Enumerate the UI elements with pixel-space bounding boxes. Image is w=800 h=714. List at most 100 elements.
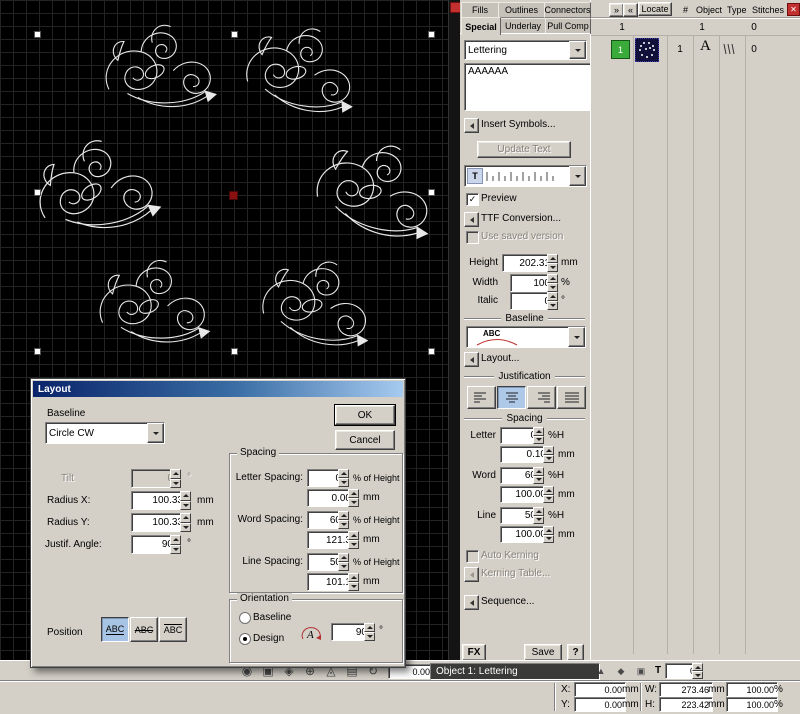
dropdown-arrow-icon[interactable] [568,327,585,347]
selection-handle[interactable] [34,31,41,38]
tab-special[interactable]: Special [461,17,501,35]
letter-spacing-pct-unit: % of Height [353,472,400,484]
fx-button[interactable]: FX [462,644,486,661]
w-pct-unit: % [774,684,783,696]
h-pct-field[interactable]: 100.00 [726,697,778,712]
font-select[interactable]: T [464,165,587,187]
dropdown-arrow-icon[interactable] [569,41,586,59]
position-baseline-button[interactable]: ABC [101,617,129,642]
sequence-label[interactable]: Sequence... [481,596,534,608]
justify-full-button[interactable] [557,386,586,409]
tab-underlay[interactable]: Underlay [500,18,546,34]
object-type-glyph[interactable]: A [700,40,711,52]
expand-panel-button[interactable]: » [609,3,624,17]
word-spacing-pct-spinner[interactable] [338,511,349,529]
letter-mm-spinner[interactable] [543,446,554,463]
tab-pullcomp[interactable]: Pull Comp [545,18,591,34]
selection-center-marker[interactable] [229,191,238,200]
locate-button[interactable]: Locate [638,2,672,16]
design-radio-label[interactable]: Design [253,633,284,645]
panel-close-button[interactable]: ✕ [787,3,800,16]
width-spinner[interactable] [547,274,558,292]
letter-spacing-pct-spinner[interactable] [338,469,349,487]
tilt-t-spinner[interactable] [692,663,703,679]
insert-symbols-label[interactable]: Insert Symbols... [481,119,555,131]
justif-angle-spinner[interactable] [170,535,181,554]
position-middle-button[interactable]: ABC [130,617,158,642]
layout-button-label[interactable]: Layout... [481,353,519,365]
line-spacing-mm-spinner[interactable] [348,573,359,591]
dialog-baseline-select[interactable]: Circle CW [45,422,165,444]
letter-spacing-mm-spinner[interactable] [348,489,359,507]
kerning-table-expander[interactable] [464,567,479,582]
update-text-button[interactable]: Update Text [477,141,571,158]
w-pct-field[interactable]: 100.00 [726,682,778,697]
dropdown-arrow-icon[interactable] [569,166,586,186]
tab-fills[interactable]: Fills [461,2,499,18]
ttf-conversion-expander[interactable] [464,212,479,227]
dropdown-arrow-icon[interactable] [147,423,164,443]
ok-button[interactable]: OK [335,405,395,425]
line-spacing-pct-spinner[interactable] [338,553,349,571]
y-field[interactable]: 0.00 [574,697,626,712]
use-saved-checkbox[interactable] [466,231,479,244]
word-spacing-mm-spinner[interactable] [348,531,359,549]
help-button[interactable]: ? [567,644,584,661]
tab-outlines[interactable]: Outlines [498,2,545,18]
dialog-titlebar[interactable]: Layout [33,381,403,397]
justify-center-button[interactable] [497,386,526,409]
justify-left-button[interactable] [467,386,496,409]
letter-pct-spinner[interactable] [533,427,544,444]
x-field[interactable]: 0.00 [574,682,626,697]
selection-handle[interactable] [428,348,435,355]
cancel-button[interactable]: Cancel [335,430,395,450]
radius-y-field[interactable]: 100.33 [131,513,187,532]
right-toolbar-icon-1[interactable]: ▲ [592,663,610,679]
selection-handle[interactable] [428,31,435,38]
color-chip[interactable]: 1 [611,40,630,59]
selection-handle[interactable] [34,348,41,355]
word-mm-spinner[interactable] [543,486,554,503]
sequence-expander[interactable] [464,595,479,610]
height-spinner[interactable] [547,254,558,272]
line-mm-spinner[interactable] [543,526,554,543]
baseline-radio-label[interactable]: Baseline [253,612,291,624]
w-label: W: [645,684,657,696]
lettering-type-select[interactable]: Lettering [464,40,587,60]
w-field[interactable]: 273.46 [659,682,713,697]
design-radio[interactable] [239,633,251,645]
h-field[interactable]: 223.42 [659,697,713,712]
insert-symbols-expander[interactable] [464,118,479,133]
position-top-button[interactable]: ABC [159,617,187,642]
selection-handle[interactable] [428,189,435,196]
tilt-spinner [170,469,181,488]
word-pct-spinner[interactable] [533,467,544,484]
radius-x-field[interactable]: 100.33 [131,491,187,510]
line-pct-spinner[interactable] [533,507,544,524]
tab-connectors[interactable]: Connectors [544,2,591,18]
collapse-panel-button[interactable]: « [623,3,638,17]
stitch-type-icon[interactable] [722,42,738,56]
justify-right-button[interactable] [527,386,556,409]
selection-handle[interactable] [231,348,238,355]
selection-handle[interactable] [34,189,41,196]
baseline-select[interactable]: ABC [466,326,586,348]
baseline-radio[interactable] [239,612,251,624]
save-button[interactable]: Save [524,644,562,661]
preview-label[interactable]: Preview [481,193,517,205]
right-toolbar-icon-2[interactable]: ◆ [612,663,630,679]
italic-spinner[interactable] [547,292,558,310]
auto-kerning-checkbox[interactable] [466,550,479,563]
preview-checkbox[interactable]: ✓ [466,193,479,206]
orientation-angle-spinner[interactable] [364,623,375,641]
object-number[interactable]: 1 [672,44,688,56]
selection-handle[interactable] [231,31,238,38]
ttf-conversion-label[interactable]: TTF Conversion... [481,213,561,225]
radius-x-spinner[interactable] [180,491,191,510]
tilt-t-label: T [655,665,661,677]
lettering-text-input[interactable]: AAAAAA [464,63,593,111]
right-toolbar-icon-3[interactable]: ▣ [632,663,650,679]
radius-y-spinner[interactable] [180,513,191,532]
layout-expander[interactable] [464,352,479,367]
design-thumbnail[interactable] [635,38,659,62]
